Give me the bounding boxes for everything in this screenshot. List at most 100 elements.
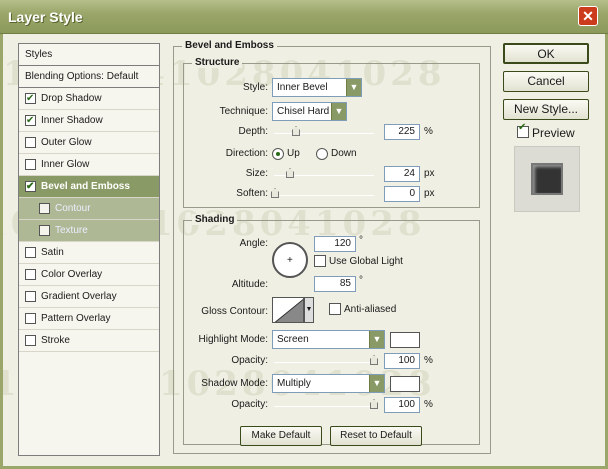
shading-title: Shading bbox=[192, 214, 238, 225]
angle-dial[interactable]: + bbox=[272, 242, 308, 278]
checkbox[interactable] bbox=[25, 88, 36, 110]
styles-header[interactable]: Styles bbox=[19, 44, 159, 66]
style-item-color-overlay[interactable]: Color Overlay bbox=[19, 264, 159, 286]
shadow-color-swatch[interactable] bbox=[390, 376, 420, 392]
style-item-contour[interactable]: Contour bbox=[19, 198, 159, 220]
shadow-mode-label: Shadow Mode: bbox=[201, 378, 268, 389]
global-light-label: Use Global Light bbox=[329, 256, 403, 267]
style-label: Outer Glow bbox=[41, 136, 92, 148]
checkbox[interactable] bbox=[25, 159, 36, 170]
style-item-gradient-overlay[interactable]: Gradient Overlay bbox=[19, 286, 159, 308]
new-style-button[interactable]: New Style... bbox=[503, 99, 589, 120]
anti-aliased-checkbox[interactable] bbox=[329, 303, 341, 315]
checkbox[interactable] bbox=[25, 110, 36, 132]
chevron-down-icon[interactable]: ▼ bbox=[304, 297, 314, 323]
make-default-button[interactable]: Make Default bbox=[240, 426, 322, 446]
style-label: Style: bbox=[242, 82, 268, 93]
highlight-color-swatch[interactable] bbox=[390, 332, 420, 348]
style-select-value: Inner Bevel bbox=[277, 82, 328, 93]
global-light-checkbox[interactable] bbox=[314, 255, 326, 267]
style-label: Gradient Overlay bbox=[41, 290, 117, 302]
contour-curve-icon bbox=[274, 298, 303, 322]
slider-thumb[interactable] bbox=[370, 399, 378, 409]
direction-up-label: Up bbox=[287, 148, 300, 159]
chevron-down-icon: ▼ bbox=[346, 79, 361, 96]
style-item-inner-glow[interactable]: Inner Glow bbox=[19, 154, 159, 176]
checkbox[interactable] bbox=[25, 176, 36, 198]
chevron-down-icon: ▼ bbox=[369, 331, 384, 348]
soften-unit: px bbox=[424, 188, 435, 199]
checkbox[interactable] bbox=[39, 203, 50, 214]
preview-label: Preview bbox=[532, 126, 575, 140]
style-label: Color Overlay bbox=[41, 268, 103, 280]
slider-thumb[interactable] bbox=[286, 168, 294, 178]
style-item-pattern-overlay[interactable]: Pattern Overlay bbox=[19, 308, 159, 330]
style-item-drop-shadow[interactable]: Drop Shadow bbox=[19, 88, 159, 110]
technique-label: Technique: bbox=[219, 106, 268, 117]
style-item-satin[interactable]: Satin bbox=[19, 242, 159, 264]
direction-down-radio[interactable] bbox=[316, 148, 328, 160]
style-label: Stroke bbox=[41, 334, 70, 346]
angle-input[interactable]: 120 bbox=[314, 236, 356, 252]
shading-group: Shading Angle: + 120 ° Use Global Light … bbox=[183, 214, 480, 445]
highlight-mode-select[interactable]: Screen ▼ bbox=[272, 330, 385, 349]
style-item-inner-shadow[interactable]: Inner Shadow bbox=[19, 110, 159, 132]
size-slider[interactable] bbox=[274, 168, 374, 178]
ok-button[interactable]: OK bbox=[503, 43, 589, 64]
slider-thumb[interactable] bbox=[271, 188, 279, 198]
highlight-opacity-slider[interactable] bbox=[274, 355, 378, 365]
direction-up-radio[interactable] bbox=[272, 148, 284, 160]
preview-thumbnail bbox=[514, 146, 580, 212]
style-select[interactable]: Inner Bevel ▼ bbox=[272, 78, 362, 97]
altitude-unit: ° bbox=[359, 275, 363, 286]
gloss-contour-preview[interactable] bbox=[272, 297, 304, 323]
style-label: Bevel and Emboss bbox=[41, 180, 130, 192]
depth-slider[interactable] bbox=[274, 126, 374, 136]
chevron-down-icon: ▼ bbox=[369, 375, 384, 392]
technique-select[interactable]: Chisel Hard ▼ bbox=[272, 102, 347, 121]
shadow-opacity-input[interactable]: 100 bbox=[384, 397, 420, 413]
style-item-texture[interactable]: Texture bbox=[19, 220, 159, 242]
slider-thumb[interactable] bbox=[370, 355, 378, 365]
slider-thumb[interactable] bbox=[292, 126, 300, 136]
structure-group: Structure Style: Inner Bevel ▼ Technique… bbox=[183, 57, 480, 208]
highlight-opacity-input[interactable]: 100 bbox=[384, 353, 420, 369]
checkbox[interactable] bbox=[25, 269, 36, 280]
checkbox[interactable] bbox=[39, 225, 50, 236]
shadow-opacity-unit: % bbox=[424, 399, 433, 410]
depth-label: Depth: bbox=[238, 126, 268, 137]
style-item-bevel-emboss[interactable]: Bevel and Emboss bbox=[19, 176, 159, 198]
style-label: Inner Shadow bbox=[41, 114, 103, 126]
preview-checkbox[interactable] bbox=[517, 122, 529, 138]
style-item-stroke[interactable]: Stroke bbox=[19, 330, 159, 352]
soften-input[interactable]: 0 bbox=[384, 186, 420, 202]
close-icon[interactable]: ✕ bbox=[578, 6, 598, 26]
style-label: Contour bbox=[55, 202, 91, 214]
style-label: Pattern Overlay bbox=[41, 312, 111, 324]
reset-default-button[interactable]: Reset to Default bbox=[330, 426, 422, 446]
bevel-emboss-title: Bevel and Emboss bbox=[182, 40, 277, 51]
shadow-opacity-label: Opacity: bbox=[231, 399, 268, 410]
crosshair-icon: + bbox=[287, 255, 293, 266]
checkbox[interactable] bbox=[25, 247, 36, 258]
highlight-opacity-label: Opacity: bbox=[231, 355, 268, 366]
style-label: Texture bbox=[55, 224, 88, 236]
depth-input[interactable]: 225 bbox=[384, 124, 420, 140]
soften-slider[interactable] bbox=[271, 188, 374, 198]
altitude-input[interactable]: 85 bbox=[314, 276, 356, 292]
cancel-button[interactable]: Cancel bbox=[503, 71, 589, 92]
style-label: Inner Glow bbox=[41, 158, 90, 170]
size-label: Size: bbox=[245, 168, 268, 179]
checkbox[interactable] bbox=[25, 335, 36, 346]
size-input[interactable]: 24 bbox=[384, 166, 420, 182]
chevron-down-icon: ▼ bbox=[331, 103, 346, 120]
checkbox[interactable] bbox=[25, 291, 36, 302]
style-item-outer-glow[interactable]: Outer Glow bbox=[19, 132, 159, 154]
shadow-opacity-slider[interactable] bbox=[274, 399, 378, 409]
soften-label: Soften: bbox=[236, 188, 268, 199]
blending-options[interactable]: Blending Options: Default bbox=[19, 66, 159, 88]
checkbox[interactable] bbox=[25, 137, 36, 148]
checkbox[interactable] bbox=[25, 313, 36, 324]
shadow-mode-select[interactable]: Multiply ▼ bbox=[272, 374, 385, 393]
depth-unit: % bbox=[424, 126, 433, 137]
